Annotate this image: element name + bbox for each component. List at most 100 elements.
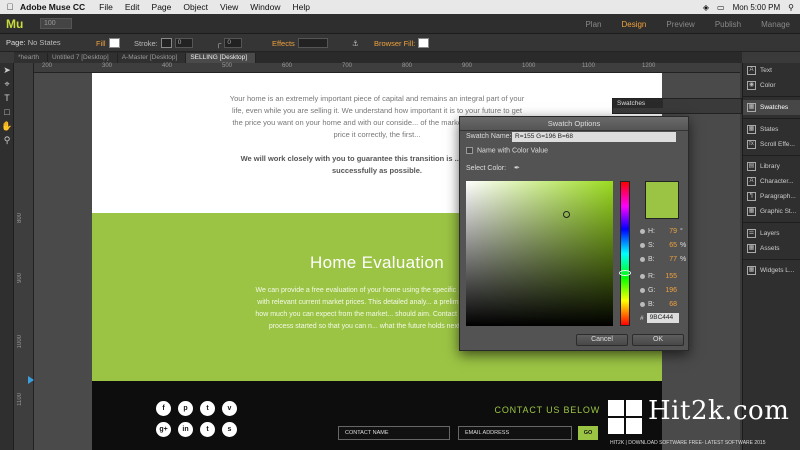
blue-value[interactable]: 68 — [661, 301, 677, 308]
name-with-color-checkbox-row[interactable]: Name with Color Value — [466, 147, 548, 154]
blue-row[interactable]: B: 68 — [640, 297, 688, 311]
red-row[interactable]: R: 155 — [640, 269, 688, 283]
panel-states[interactable]: ▦ States — [743, 122, 800, 137]
menu-view[interactable]: View — [220, 2, 238, 12]
footer-section[interactable]: f p t v g+ in t s CONTACT US BELOW CONTA… — [92, 381, 662, 450]
app-name-menu[interactable]: Adobe Muse CC — [20, 2, 85, 12]
brightness-row[interactable]: B: 77% — [640, 252, 688, 266]
rectangle-tool-icon[interactable]: □ — [0, 105, 14, 119]
ok-button[interactable]: OK — [632, 334, 684, 346]
tab-design[interactable]: Design — [611, 20, 656, 29]
saturation-radio[interactable] — [640, 242, 645, 248]
color-picker-cursor[interactable] — [563, 211, 570, 218]
panel-swatches[interactable]: ▦ Swatches — [743, 100, 800, 115]
fill-label[interactable]: Fill — [96, 39, 106, 48]
menubar-clock[interactable]: Mon 5:00 PM — [733, 3, 781, 12]
go-button[interactable]: GO — [578, 426, 598, 440]
hue-radio[interactable] — [640, 228, 645, 234]
text-tool-icon[interactable]: T — [0, 91, 14, 105]
facebook-icon[interactable]: f — [156, 401, 171, 416]
panel-layers[interactable]: ☰ Layers — [743, 226, 800, 241]
hue-row[interactable]: H: 79 ° — [640, 224, 688, 238]
wifi-icon[interactable]: ◈ — [703, 3, 709, 12]
hex-input[interactable]: 9BC444 — [646, 313, 679, 323]
panel-widgets-library[interactable]: ▦ Widgets L... — [743, 263, 800, 278]
panel-graphic-styles[interactable]: ▦ Graphic St... — [743, 204, 800, 219]
fill-swatch[interactable] — [108, 38, 120, 48]
hue-slider-knob[interactable] — [619, 270, 631, 276]
hue-value[interactable]: 79 — [661, 228, 677, 235]
brightness-value[interactable]: 77 — [661, 256, 677, 263]
search-icon[interactable]: ⚲ — [788, 3, 794, 12]
menu-object[interactable]: Object — [183, 2, 208, 12]
panel-library[interactable]: ▤ Library — [743, 159, 800, 174]
battery-icon[interactable]: ▭ — [717, 3, 725, 12]
swatches-panel[interactable]: Swatches — [612, 98, 742, 114]
panel-assets[interactable]: ▦ Assets — [743, 241, 800, 256]
stroke-control[interactable]: Stroke: 0 — [134, 37, 193, 49]
menu-help[interactable]: Help — [292, 2, 309, 12]
panel-text[interactable]: A Text — [743, 63, 800, 78]
size-control[interactable]: ┌ 0 — [216, 37, 243, 49]
color-field-picker[interactable] — [466, 181, 613, 326]
zoom-tool-icon[interactable]: ⚲ — [0, 133, 14, 147]
doc-tab-hearth[interactable]: *hearth — [14, 53, 48, 63]
corner-radius-field[interactable]: 0 — [224, 38, 243, 48]
browser-fill-swatch[interactable] — [418, 38, 430, 48]
fill-control[interactable]: Fill — [96, 37, 120, 49]
effects-control[interactable]: Effects — [272, 37, 328, 49]
tab-publish[interactable]: Publish — [705, 20, 751, 29]
dialog-title[interactable]: Swatch Options — [460, 117, 688, 131]
doc-tab-untitled[interactable]: Untitled 7 [Desktop] — [47, 53, 118, 63]
vimeo-icon[interactable]: v — [222, 401, 237, 416]
panel-scroll-effects[interactable]: fx Scroll Effe... — [743, 137, 800, 152]
contact-name-field[interactable]: CONTACT NAME — [338, 426, 450, 440]
name-with-color-checkbox[interactable] — [466, 147, 473, 154]
tab-preview[interactable]: Preview — [656, 20, 704, 29]
view-dropdown[interactable]: 100 — [40, 18, 72, 29]
menu-window[interactable]: Window — [250, 2, 280, 12]
green-row[interactable]: G: 196 — [640, 283, 688, 297]
tumblr-icon[interactable]: t — [200, 422, 215, 437]
crop-tool-icon[interactable]: ⌖ — [0, 77, 14, 91]
email-address-field[interactable]: EMAIL ADDRESS — [458, 426, 572, 440]
eyedropper-icon[interactable]: ✒ — [514, 165, 520, 172]
twitter-icon[interactable]: t — [200, 401, 215, 416]
opacity-field[interactable] — [297, 38, 328, 48]
stroke-width-field[interactable]: 0 — [174, 38, 193, 48]
panel-color[interactable]: ◉ Color — [743, 78, 800, 93]
effects-label[interactable]: Effects — [272, 39, 295, 48]
apple-menu-icon[interactable]:  — [0, 2, 20, 12]
saturation-row[interactable]: S: 65% — [640, 238, 688, 252]
tab-plan[interactable]: Plan — [575, 20, 611, 29]
anchor-control[interactable]: ⚓ — [352, 37, 359, 49]
linkedin-icon[interactable]: in — [178, 422, 193, 437]
google-plus-icon[interactable]: g+ — [156, 422, 171, 437]
doc-tab-a-master[interactable]: A-Master [Desktop] — [117, 53, 187, 63]
tab-manage[interactable]: Manage — [751, 20, 800, 29]
pinterest-icon[interactable]: p — [178, 401, 193, 416]
menu-file[interactable]: File — [99, 2, 113, 12]
red-value[interactable]: 155 — [661, 273, 677, 280]
browser-fill-control[interactable]: Browser Fill: — [374, 37, 430, 49]
anchor-icon[interactable]: ⚓ — [352, 39, 359, 48]
green-value[interactable]: 196 — [661, 287, 677, 294]
cancel-button[interactable]: Cancel — [576, 334, 628, 346]
blue-radio[interactable] — [640, 301, 645, 307]
hand-tool-icon[interactable]: ✋ — [0, 119, 14, 133]
panel-character[interactable]: A Character... — [743, 174, 800, 189]
saturation-value[interactable]: 65 — [661, 242, 677, 249]
panel-paragraph[interactable]: ¶ Paragraph... — [743, 189, 800, 204]
doc-tab-selling[interactable]: SELLING [Desktop] — [186, 53, 257, 63]
red-radio[interactable] — [640, 273, 645, 279]
hue-slider[interactable] — [619, 181, 631, 326]
swatches-panel-title[interactable]: Swatches — [613, 99, 663, 108]
brightness-radio[interactable] — [640, 256, 645, 262]
skype-icon[interactable]: s — [222, 422, 237, 437]
swatch-name-input[interactable]: R=155 G=196 B=68 — [512, 132, 676, 142]
green-radio[interactable] — [640, 287, 645, 293]
menu-page[interactable]: Page — [152, 2, 172, 12]
contact-heading[interactable]: CONTACT US BELOW — [495, 405, 600, 415]
menu-edit[interactable]: Edit — [125, 2, 140, 12]
stroke-swatch[interactable] — [160, 38, 172, 48]
